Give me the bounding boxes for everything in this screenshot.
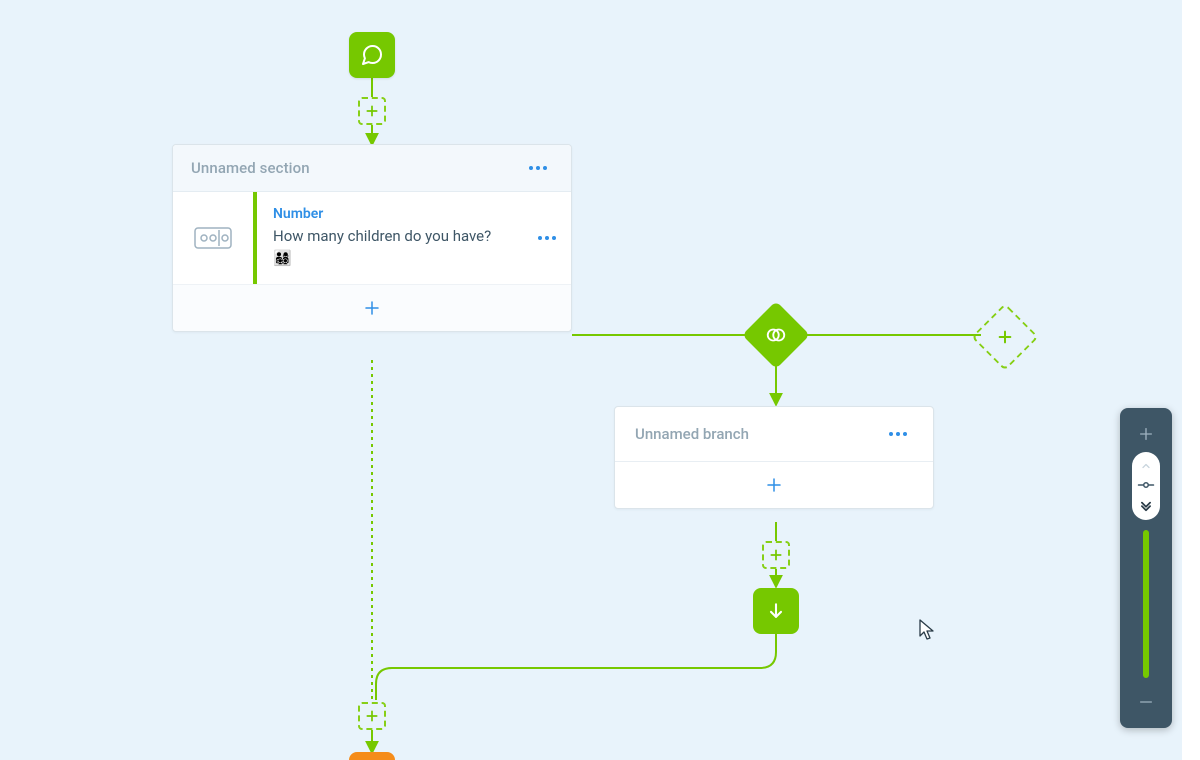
section-more-button[interactable]: [523, 160, 553, 176]
zoom-slider-track[interactable]: [1143, 530, 1149, 678]
add-step-button[interactable]: [358, 702, 386, 730]
plus-icon: [997, 329, 1013, 345]
start-node[interactable]: [349, 32, 395, 78]
branch-title: Unnamed branch: [635, 425, 749, 443]
branch-more-button[interactable]: [883, 426, 913, 442]
number-input-icon: [194, 227, 232, 249]
add-step-button[interactable]: [358, 97, 386, 125]
chevron-up-icon: [1138, 460, 1154, 472]
goto-node[interactable]: [753, 588, 799, 634]
zoom-out-button[interactable]: [1132, 688, 1160, 716]
cursor-icon: [919, 619, 937, 641]
minus-icon: [1138, 694, 1154, 710]
question-more-button[interactable]: [532, 230, 562, 246]
connectors: [0, 0, 1200, 760]
zoom-control[interactable]: [1120, 408, 1172, 728]
question-type-label: Number: [273, 206, 523, 222]
plus-icon: [769, 548, 783, 562]
section-title: Unnamed section: [191, 159, 310, 177]
plus-icon: [1138, 426, 1154, 442]
add-question-button[interactable]: [173, 285, 571, 331]
branch-header[interactable]: Unnamed branch: [615, 407, 933, 462]
condition-node[interactable]: [742, 301, 810, 369]
question-text: How many children do you have? 👨‍👩‍👧‍👦: [273, 226, 493, 270]
add-step-button[interactable]: [762, 541, 790, 569]
panel-edge: [1182, 0, 1200, 760]
plus-icon: [365, 709, 379, 723]
section-header[interactable]: Unnamed section: [173, 145, 571, 192]
flow-canvas[interactable]: Unnamed section Number How many children…: [0, 0, 1200, 760]
question-row[interactable]: Number How many children do you have? 👨‍…: [173, 192, 571, 285]
section-card[interactable]: Unnamed section Number How many children…: [172, 144, 572, 332]
add-branch-diamond[interactable]: [971, 303, 1039, 371]
add-branch-step-button[interactable]: [615, 462, 933, 508]
arrow-down-icon: [766, 601, 786, 621]
plus-icon: [365, 104, 379, 118]
question-type-icon-cell: [173, 192, 253, 284]
zoom-capsule[interactable]: [1132, 452, 1160, 520]
branch-icon: [765, 324, 787, 346]
chat-icon: [360, 43, 384, 67]
fit-icon[interactable]: [1137, 480, 1155, 490]
chevron-down-icon[interactable]: [1137, 498, 1155, 512]
plus-icon: [765, 476, 783, 494]
branch-card[interactable]: Unnamed branch: [614, 406, 934, 509]
end-node-peek[interactable]: [349, 752, 395, 760]
plus-icon: [363, 299, 381, 317]
zoom-in-button[interactable]: [1132, 420, 1160, 448]
